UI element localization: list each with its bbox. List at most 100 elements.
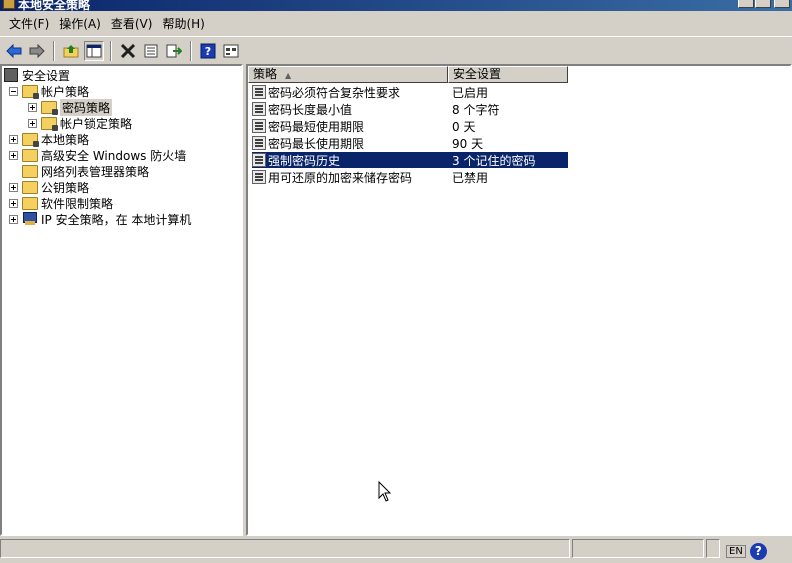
- expand-toggle[interactable]: [28, 102, 37, 112]
- ip-security-icon: [22, 212, 38, 226]
- list-item[interactable]: 密码必须符合复杂性要求 已启用: [252, 84, 568, 100]
- tree-item-label: 网络列表管理器策略: [41, 164, 150, 179]
- list-item[interactable]: 用可还原的加密来储存密码 已禁用: [252, 169, 568, 185]
- list-item[interactable]: 密码最短使用期限 0 天: [252, 118, 568, 134]
- tree-item-software-restriction[interactable]: 软件限制策略: [9, 195, 113, 211]
- list-item[interactable]: 密码长度最小值 8 个字符: [252, 101, 568, 117]
- menu-help[interactable]: 帮助(H): [157, 14, 209, 34]
- tree-item-network-list-manager[interactable]: 网络列表管理器策略: [22, 163, 149, 179]
- toolbar: ?: [0, 36, 792, 64]
- tree-item-public-key-policies[interactable]: 公钥策略: [9, 179, 89, 195]
- tree-item-label: IP 安全策略，在 本地计算机: [41, 212, 192, 227]
- security-settings-icon: [4, 68, 18, 82]
- up-one-level-button[interactable]: [61, 41, 81, 61]
- show-tree-icon: [86, 44, 102, 57]
- list-item-selected[interactable]: 强制密码历史 3 个记住的密码: [252, 152, 568, 168]
- properties-icon: [144, 44, 158, 57]
- tree-item-label: 帐户锁定策略: [60, 116, 133, 131]
- policy-setting: 90 天: [452, 136, 484, 151]
- export-list-button[interactable]: [164, 41, 184, 61]
- expand-toggle[interactable]: [9, 150, 18, 160]
- window-title: 本地安全策略: [18, 0, 91, 11]
- close-button[interactable]: [774, 0, 790, 8]
- policy-icon: [252, 85, 266, 99]
- sort-ascending-icon: ▲: [285, 71, 292, 80]
- column-header-policy[interactable]: 策略 ▲: [248, 66, 448, 83]
- help-button[interactable]: ?: [198, 41, 218, 61]
- toolbar-separator: [190, 40, 192, 61]
- menu-action[interactable]: 操作(A): [54, 14, 106, 34]
- maximize-button[interactable]: [755, 0, 771, 8]
- up-folder-icon: [63, 44, 79, 57]
- help-icon: ?: [200, 43, 216, 58]
- collapse-toggle[interactable]: [9, 86, 18, 96]
- menu-view[interactable]: 查看(V): [106, 14, 158, 34]
- tree-item-account-lockout-policy[interactable]: 帐户锁定策略: [28, 115, 132, 131]
- policy-setting: 已启用: [452, 85, 489, 100]
- expand-toggle[interactable]: [9, 214, 18, 224]
- forward-button[interactable]: [27, 41, 47, 61]
- tree-pane[interactable]: 安全设置 帐户策略 密码策略 帐户锁定策略 本地策略 高级安全 Windows …: [0, 64, 243, 536]
- language-indicator[interactable]: EN: [726, 544, 746, 558]
- minimize-button[interactable]: [738, 0, 754, 8]
- expand-toggle[interactable]: [28, 118, 37, 128]
- policy-setting: 0 天: [452, 119, 476, 134]
- tree-item-password-policy[interactable]: 密码策略: [28, 98, 113, 116]
- menu-file[interactable]: 文件(F): [4, 14, 54, 34]
- tree-item-security-settings[interactable]: 安全设置: [4, 67, 70, 83]
- tree-item-local-policies[interactable]: 本地策略: [9, 131, 89, 147]
- status-bar: [0, 539, 792, 559]
- help-tray-icon[interactable]: ?: [749, 542, 767, 560]
- policy-icon: [252, 102, 266, 116]
- tree-item-label: 安全设置: [22, 68, 71, 83]
- folder-icon: [22, 164, 38, 178]
- tree-item-label: 软件限制策略: [41, 196, 114, 211]
- policy-icon: [252, 136, 266, 150]
- mouse-cursor-icon: [378, 481, 392, 502]
- policy-icon: [252, 170, 266, 184]
- export-icon: [166, 44, 182, 57]
- forward-icon: [29, 43, 45, 58]
- status-panel-main: [0, 539, 570, 558]
- title-bar: 本地安全策略: [0, 0, 792, 11]
- policy-icon: [252, 153, 266, 167]
- policy-name: 密码必须符合复杂性要求: [268, 85, 401, 100]
- view-button[interactable]: [221, 41, 241, 61]
- expand-toggle[interactable]: [9, 134, 18, 144]
- back-button[interactable]: [4, 41, 24, 61]
- tree-item-label: 高级安全 Windows 防火墙: [41, 148, 187, 163]
- policy-icon: [252, 119, 266, 133]
- tree-item-label: 密码策略: [60, 98, 113, 116]
- back-icon: [6, 43, 22, 58]
- tree-item-ip-security[interactable]: IP 安全策略，在 本地计算机: [9, 211, 191, 227]
- folder-icon: [22, 148, 38, 162]
- policy-setting: 3 个记住的密码: [452, 153, 536, 168]
- list-item[interactable]: 密码最长使用期限 90 天: [252, 135, 568, 151]
- policy-folder-icon: [22, 84, 39, 99]
- expand-toggle[interactable]: [9, 198, 18, 208]
- column-header-security-setting[interactable]: 安全设置: [448, 66, 568, 83]
- column-header-label: 安全设置: [453, 67, 502, 81]
- tree-item-label: 公钥策略: [41, 180, 90, 195]
- show-hide-tree-button[interactable]: [84, 40, 104, 61]
- list-pane[interactable]: 策略 ▲ 安全设置 密码必须符合复杂性要求 已启用 密码长度最小值 8 个字符 密…: [246, 64, 792, 536]
- svg-text:?: ?: [205, 45, 211, 58]
- properties-button[interactable]: [141, 41, 161, 61]
- policy-name: 密码最短使用期限: [268, 119, 365, 134]
- policy-setting: 8 个字符: [452, 102, 500, 117]
- expand-toggle[interactable]: [9, 182, 18, 192]
- tree-item-account-policies[interactable]: 帐户策略: [9, 83, 89, 99]
- tree-item-label: 本地策略: [41, 132, 90, 147]
- app-icon[interactable]: [3, 0, 15, 9]
- delete-icon: [120, 43, 136, 58]
- tree-item-advanced-firewall[interactable]: 高级安全 Windows 防火墙: [9, 147, 186, 163]
- policy-folder-icon: [41, 116, 58, 131]
- menu-bar: 文件(F) 操作(A) 查看(V) 帮助(H): [0, 13, 792, 35]
- policy-folder-icon: [22, 132, 39, 147]
- policy-name: 密码最长使用期限: [268, 136, 365, 151]
- folder-icon: [22, 196, 38, 210]
- policy-name: 用可还原的加密来储存密码: [268, 170, 413, 185]
- status-panel-secondary: [572, 539, 704, 558]
- delete-button[interactable]: [118, 41, 138, 61]
- folder-icon: [22, 180, 38, 194]
